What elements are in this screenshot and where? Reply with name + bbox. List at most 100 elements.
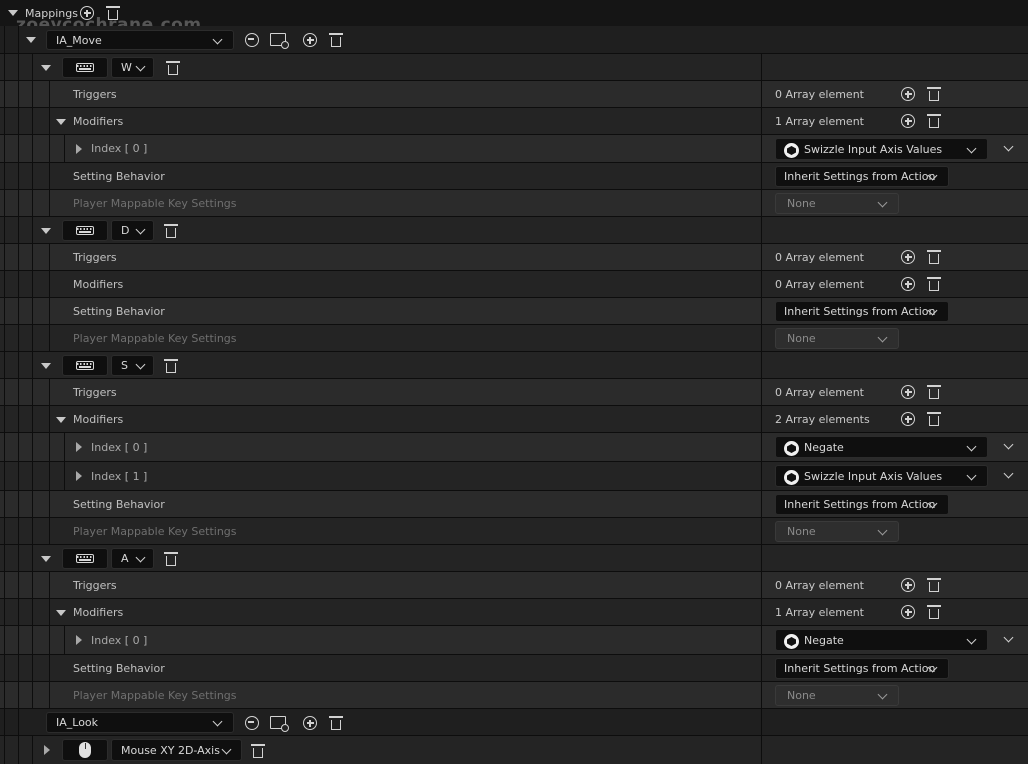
add-key-button[interactable] (303, 33, 317, 47)
player-mappable-select[interactable]: None (775, 328, 899, 349)
player-mappable-label: Player Mappable Key Settings (73, 196, 237, 210)
add-element-button[interactable] (901, 605, 915, 619)
add-element-button[interactable] (901, 277, 915, 291)
add-element-button[interactable] (901, 412, 915, 426)
browse-asset-icon[interactable] (270, 33, 289, 49)
modifier-select[interactable]: Negate (775, 629, 988, 651)
prop-row-player-mappable: Player Mappable Key Settings None (0, 190, 1028, 217)
setting-behavior-select[interactable]: Inherit Settings from Action (775, 301, 949, 322)
browse-asset-icon[interactable] (270, 716, 289, 732)
collapse-arrow-icon[interactable] (41, 228, 51, 234)
setting-behavior-label: Setting Behavior (73, 661, 165, 675)
collapse-arrow-icon[interactable] (41, 65, 51, 71)
key-selector-button[interactable] (62, 220, 108, 241)
prop-row-setting-behavior: Setting Behavior Inherit Settings from A… (0, 655, 1028, 682)
setting-behavior-select[interactable]: Inherit Settings from Action (775, 166, 949, 187)
modifier-index-row: Index [ 0 ] Negate (0, 626, 1028, 655)
add-element-button[interactable] (901, 578, 915, 592)
modifier-icon (784, 470, 799, 485)
key-selector-button[interactable] (62, 355, 108, 376)
key-label: D (121, 224, 130, 237)
player-mappable-select[interactable]: None (775, 521, 899, 542)
modifier-select[interactable]: Swizzle Input Axis Values (775, 465, 988, 487)
action-select-ia-look[interactable]: IA_Look (46, 712, 234, 733)
modifier-index-row: Index [ 0 ] Swizzle Input Axis Values (0, 135, 1028, 163)
collapse-arrow-icon[interactable] (56, 610, 66, 616)
expand-arrow-icon[interactable] (44, 745, 50, 755)
expand-arrow-icon[interactable] (76, 635, 82, 645)
delete-key-button[interactable] (251, 743, 265, 758)
clear-elements-button[interactable] (927, 384, 941, 399)
player-mappable-select[interactable]: None (775, 685, 899, 706)
key-select[interactable]: Mouse XY 2D-Axis (111, 739, 242, 761)
delete-key-button[interactable] (164, 551, 178, 566)
collapse-arrow-icon[interactable] (56, 119, 66, 125)
delete-key-button[interactable] (166, 60, 180, 75)
key-row-a: A (0, 545, 1028, 572)
modifier-select[interactable]: Swizzle Input Axis Values (775, 138, 988, 160)
prop-row-triggers: Triggers 0 Array element (0, 572, 1028, 599)
delete-action-button[interactable] (329, 715, 343, 730)
clear-elements-button[interactable] (927, 604, 941, 619)
key-selector-button[interactable] (62, 548, 108, 569)
key-select[interactable]: S (111, 355, 154, 376)
clear-elements-button[interactable] (927, 86, 941, 101)
add-element-button[interactable] (901, 385, 915, 399)
player-mappable-select[interactable]: None (775, 193, 899, 214)
value-cell: 0 Array element (761, 81, 1028, 107)
chevron-down-icon[interactable] (1003, 141, 1014, 152)
value-cell: None (761, 682, 1028, 708)
key-selector-button[interactable] (62, 57, 108, 78)
expand-arrow-icon[interactable] (76, 471, 82, 481)
collapse-arrow-icon[interactable] (26, 37, 36, 43)
chevron-down-icon[interactable] (1003, 439, 1014, 450)
expand-arrow-icon[interactable] (76, 144, 82, 154)
keyboard-icon (76, 62, 94, 72)
chevron-down-icon (877, 332, 888, 343)
key-row-d: D (0, 217, 1028, 244)
expand-arrow-icon[interactable] (76, 442, 82, 452)
setting-behavior-select[interactable]: Inherit Settings from Action (775, 494, 949, 515)
prop-row-setting-behavior: Setting Behavior Inherit Settings from A… (0, 163, 1028, 190)
key-select[interactable]: D (111, 220, 154, 241)
prop-row-player-mappable: Player Mappable Key Settings None (0, 518, 1028, 545)
delete-key-button[interactable] (164, 358, 178, 373)
key-selector-button[interactable] (62, 739, 108, 761)
array-count: 2 Array elements (775, 412, 870, 426)
modifier-name: Negate (804, 633, 844, 647)
chevron-down-icon[interactable] (1003, 468, 1014, 479)
collapse-arrow-icon[interactable] (41, 556, 51, 562)
index-label: Index [ 0 ] (91, 142, 148, 155)
clear-elements-button[interactable] (927, 249, 941, 264)
action-select-ia-move[interactable]: IA_Move (46, 30, 234, 50)
clear-elements-button[interactable] (927, 411, 941, 426)
key-select[interactable]: A (111, 548, 154, 569)
modifier-index-row: Index [ 0 ] Negate (0, 433, 1028, 462)
use-selected-icon[interactable] (245, 33, 259, 47)
triggers-label: Triggers (73, 87, 117, 101)
delete-key-button[interactable] (164, 223, 178, 238)
add-key-button[interactable] (303, 716, 317, 730)
collapse-arrow-icon[interactable] (41, 363, 51, 369)
value-cell: None (761, 325, 1028, 351)
key-select[interactable]: W (111, 57, 154, 78)
setting-behavior-label: Setting Behavior (73, 304, 165, 318)
clear-elements-button[interactable] (927, 577, 941, 592)
delete-action-button[interactable] (329, 32, 343, 47)
add-element-button[interactable] (901, 114, 915, 128)
array-count: 1 Array element (775, 605, 864, 619)
setting-behavior-label: Setting Behavior (73, 169, 165, 183)
add-element-button[interactable] (901, 87, 915, 101)
clear-elements-button[interactable] (927, 276, 941, 291)
use-selected-icon[interactable] (245, 716, 259, 730)
collapse-arrow-icon[interactable] (56, 417, 66, 423)
chevron-down-icon (877, 197, 888, 208)
add-element-button[interactable] (901, 250, 915, 264)
value-cell: 0 Array element (761, 572, 1028, 598)
chevron-down-icon[interactable] (1003, 632, 1014, 643)
modifier-select[interactable]: Negate (775, 436, 988, 458)
chevron-down-icon (877, 689, 888, 700)
setting-behavior-select[interactable]: Inherit Settings from Action (775, 658, 949, 679)
modifier-icon (784, 634, 799, 649)
clear-elements-button[interactable] (927, 113, 941, 128)
